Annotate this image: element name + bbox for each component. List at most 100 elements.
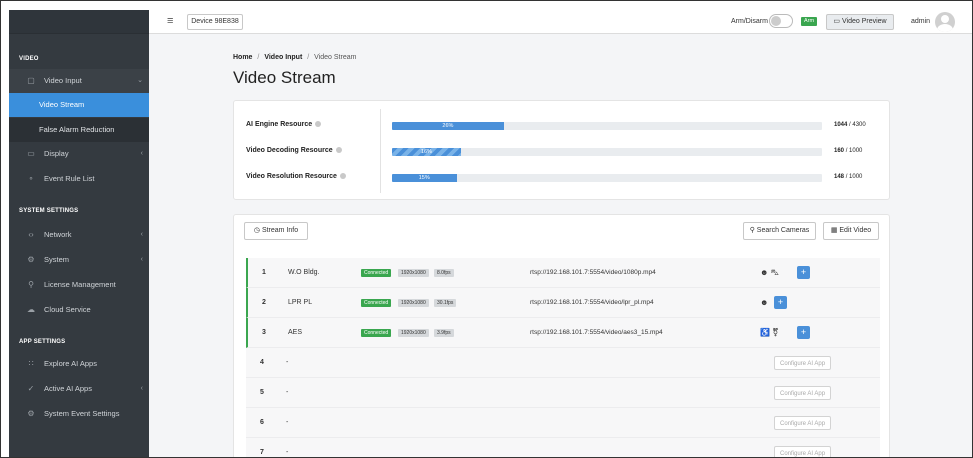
resolution-badge: 1920x1080: [398, 299, 429, 307]
avatar-head-icon: [941, 15, 949, 23]
chevron-down-icon: ⌄: [137, 77, 143, 84]
user-name[interactable]: admin: [911, 18, 930, 25]
stream-number: 7: [260, 449, 264, 456]
device-selector[interactable]: Device 98E838: [187, 14, 243, 30]
gear-icon: ⚙: [27, 409, 35, 418]
resource-used: 148: [834, 174, 845, 180]
sidebar-item-active-ai-apps[interactable]: ✓ Active AI Apps ‹: [9, 377, 149, 401]
stream-name: -: [286, 419, 289, 426]
cloud-icon: ☁: [27, 305, 35, 314]
sidebar-item-label: Video Input: [44, 76, 82, 85]
video-preview-label: Video Preview: [841, 18, 887, 25]
configure-ai-app-button[interactable]: Configure AI App: [774, 446, 832, 457]
chevron-left-icon: ‹: [140, 150, 143, 157]
table-row[interactable]: 4 - Configure AI App: [246, 348, 880, 378]
sidebar-item-label: Cloud Service: [44, 305, 91, 314]
breadcrumb-video-input[interactable]: Video Input: [264, 54, 302, 61]
sidebar-item-system-event-settings[interactable]: ⚙ System Event Settings: [9, 402, 149, 426]
divider: [380, 109, 381, 193]
resolution-badge: 1920x1080: [398, 329, 429, 337]
stream-name: AES: [288, 329, 303, 336]
monitor-icon: ▭: [833, 18, 841, 25]
help-icon[interactable]: [339, 173, 346, 180]
status-badge: Connected: [361, 299, 392, 307]
main-content: Home / Video Input / Video Stream Video …: [149, 34, 972, 457]
ai-app-icons: ☻: [760, 298, 769, 307]
stream-card: ◷ Stream Info ⚲ Search Cameras ▦ Edit Vi…: [233, 214, 890, 457]
configure-ai-app-button[interactable]: Configure AI App: [774, 416, 832, 430]
breadcrumb-home[interactable]: Home: [233, 54, 252, 61]
rule-icon: ∘: [28, 174, 34, 183]
page-title: Video Stream: [233, 68, 336, 87]
arm-disarm-toggle[interactable]: [769, 14, 793, 28]
add-app-button[interactable]: +: [774, 296, 787, 309]
table-row[interactable]: 1 W.O Bldg. Connected 1920x1080 8.0fps r…: [246, 258, 880, 288]
configure-ai-app-button[interactable]: Configure AI App: [774, 386, 832, 400]
breadcrumb-separator: /: [307, 54, 310, 61]
sidebar-brand: [9, 10, 149, 34]
key-icon: ⚲: [28, 280, 34, 289]
sidebar-item-false-alarm-reduction[interactable]: False Alarm Reduction: [9, 118, 149, 142]
breadcrumb-current: Video Stream: [314, 54, 357, 61]
resolution-badge: 1920x1080: [398, 269, 429, 277]
resource-value-ai-engine: 1044 / 4300: [834, 122, 866, 128]
sidebar-item-network[interactable]: ‹› Network ‹: [9, 223, 149, 247]
gear-icon: ⚙: [27, 255, 35, 264]
sidebar-item-label: Network: [44, 230, 72, 239]
stream-number: 5: [260, 389, 264, 396]
help-icon[interactable]: [315, 121, 322, 128]
chevron-left-icon: ‹: [140, 231, 143, 238]
sidebar-item-video-input[interactable]: ▢ Video Input ⌄: [9, 69, 149, 93]
sidebar-item-cloud-service[interactable]: ☁ Cloud Service: [9, 298, 149, 322]
chevron-left-icon: ‹: [140, 256, 143, 263]
resource-total: / 4300: [849, 122, 866, 128]
stream-name: LPR PL: [288, 299, 313, 306]
progress-fill: 15%: [392, 174, 457, 182]
sidebar-item-explore-ai-apps[interactable]: ∷ Explore AI Apps: [9, 352, 149, 376]
sidebar-item-event-rule-list[interactable]: ∘ Event Rule List: [9, 167, 149, 191]
fps-badge: 8.0fps: [434, 269, 454, 277]
configure-ai-app-button[interactable]: Configure AI App: [774, 356, 832, 370]
edit-video-label: Edit Video: [839, 227, 872, 234]
stream-info-button[interactable]: ◷ Stream Info: [244, 222, 308, 240]
status-badge: Connected: [361, 269, 392, 277]
edit-video-button[interactable]: ▦ Edit Video: [823, 222, 879, 240]
table-row[interactable]: 5 - Configure AI App: [246, 378, 880, 408]
add-app-button[interactable]: +: [797, 266, 810, 279]
sidebar-item-video-stream[interactable]: Video Stream: [9, 93, 149, 117]
resource-value-video-resolution: 148 / 1000: [834, 174, 862, 180]
progress-bar-video-resolution: 15%: [392, 174, 822, 182]
search-cameras-button[interactable]: ⚲ Search Cameras: [743, 222, 816, 240]
check-icon: ✓: [27, 384, 35, 393]
sidebar-item-display[interactable]: ▭ Display ‹: [9, 142, 149, 166]
stream-name: -: [286, 389, 289, 396]
grid-icon: ∷: [28, 359, 34, 368]
hamburger-menu-icon[interactable]: ≡: [167, 15, 173, 27]
ai-app-icons: ☻ ⛍: [760, 268, 779, 277]
sidebar-item-license-management[interactable]: ⚲ License Management: [9, 273, 149, 297]
table-row[interactable]: 6 - Configure AI App: [246, 408, 880, 438]
stream-number: 6: [260, 419, 264, 426]
stream-number: 4: [260, 359, 264, 366]
clock-icon: ◷: [253, 227, 260, 234]
resource-label-text: Video Resolution Resource: [246, 173, 337, 180]
resource-value-video-decoding: 160 / 1000: [834, 148, 862, 154]
resource-used: 160: [834, 148, 845, 154]
progress-bar-ai-engine: 26%: [392, 122, 822, 130]
add-app-button[interactable]: +: [797, 326, 810, 339]
help-icon[interactable]: [335, 147, 342, 154]
progress-fill: 26%: [392, 122, 504, 130]
sidebar-item-system[interactable]: ⚙ System ‹: [9, 248, 149, 272]
progress-fill: 16%: [392, 148, 461, 156]
stream-number: 2: [262, 299, 266, 306]
table-row[interactable]: 7 - Configure AI App: [246, 438, 880, 457]
status-badge: Connected: [361, 329, 392, 337]
table-row[interactable]: 3 AES Connected 1920x1080 3.9fps rtsp://…: [246, 318, 880, 348]
resource-total: / 1000: [845, 174, 863, 180]
sidebar-item-label: System Event Settings: [44, 409, 120, 418]
table-row[interactable]: 2 LPR PL Connected 1920x1080 30.1fps rts…: [246, 288, 880, 318]
section-video: VIDEO: [19, 56, 39, 62]
video-preview-button[interactable]: ▭ Video Preview: [826, 14, 894, 30]
arm-status-badge: Arm: [801, 17, 818, 26]
avatar[interactable]: [935, 12, 955, 32]
